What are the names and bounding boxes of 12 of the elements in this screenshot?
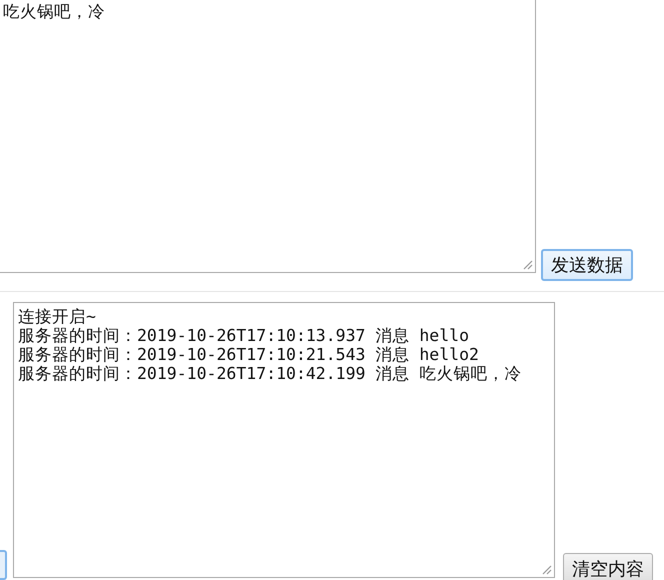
text-line: 连接开启~ bbox=[18, 307, 96, 326]
text-line: 服务器的时间：2019-10-26T17:10:42.199 消息 吃火锅吧，冷 bbox=[18, 364, 522, 383]
text-line: 吃火锅吧，冷 bbox=[3, 2, 105, 21]
cut-off-button[interactable] bbox=[0, 550, 7, 580]
resize-grip-icon[interactable] bbox=[541, 564, 552, 575]
send-data-button[interactable]: 发送数据 bbox=[541, 249, 633, 281]
text-area[interactable]: 吃火锅吧，冷 bbox=[0, 0, 536, 273]
text-area[interactable]: 连接开启~ 服务器的时间：2019-10-26T17:10:13.937 消息 hello 服务器的时间：2019-10-26T17:10:21.543 消息 hello2 服务器的时间：2019-10-26T17:10:42.199 消息 吃火锅吧，冷 bbox=[13, 302, 555, 578]
resize-grip-icon[interactable] bbox=[522, 259, 533, 270]
text-line: 服务器的时间：2019-10-26T17:10:13.937 消息 hello bbox=[18, 326, 470, 345]
clear-content-button[interactable]: 清空内容 bbox=[563, 553, 653, 580]
text-line: 服务器的时间：2019-10-26T17:10:21.543 消息 hello2 bbox=[18, 345, 479, 364]
